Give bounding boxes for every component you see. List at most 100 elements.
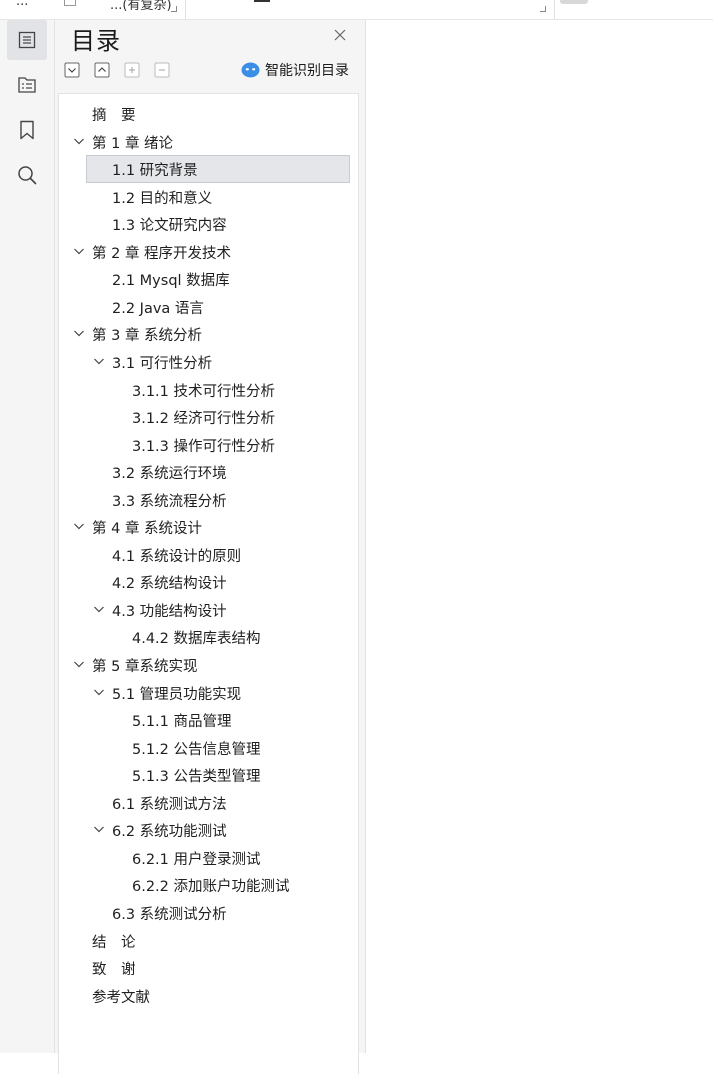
- smart-recognize-label: 智能识别目录: [265, 63, 349, 79]
- toc-item-label: 1.3 论文研究内容: [112, 218, 227, 235]
- toc-item[interactable]: 第 5 章系统实现: [59, 651, 358, 678]
- toc-panel: 目录 智能识别目录 摘 要 第 1 章 绪论 1.1 研究背景 1.2 目的和意…: [55, 20, 366, 1074]
- remove-entry-button[interactable]: [154, 62, 170, 78]
- toc-item-label: 1.1 研究背景: [112, 163, 198, 180]
- toc-item[interactable]: 1.3 论文研究内容: [59, 210, 358, 237]
- toc-item-label: 3.1.1 技术可行性分析: [132, 383, 276, 400]
- toc-item-label: 3.2 系统运行环境: [112, 466, 227, 483]
- outline-icon: [18, 77, 36, 93]
- toc-item-label: 第 4 章 系统设计: [92, 521, 203, 538]
- toc-item-label: 2.1 Mysql 数据库: [112, 273, 230, 290]
- toc-item-label: 6.1 系统测试方法: [112, 796, 227, 813]
- toc-item-label: 3.3 系统流程分析: [112, 493, 227, 510]
- chevron-down-icon[interactable]: [93, 603, 105, 615]
- toc-item[interactable]: 6.2.1 用户登录测试: [59, 844, 358, 871]
- toc-item-label: 4.2 系统结构设计: [112, 576, 227, 593]
- smart-recognize-button[interactable]: 智能识别目录: [241, 60, 349, 80]
- chevron-down-icon[interactable]: [73, 245, 85, 257]
- collapse-all-button[interactable]: [64, 62, 80, 78]
- chevron-down-icon[interactable]: [73, 327, 85, 339]
- chevron-down-icon[interactable]: [93, 686, 105, 698]
- panel-title: 目录: [71, 27, 121, 55]
- toc-item-label: 5.1 管理员功能实现: [112, 686, 242, 703]
- toc-item[interactable]: 5.1.3 公告类型管理: [59, 761, 358, 788]
- toc-item[interactable]: 4.4.2 数据库表结构: [59, 623, 358, 650]
- document-area: [366, 20, 713, 1053]
- toc-item[interactable]: 第 4 章 系统设计: [59, 513, 358, 540]
- toc-item[interactable]: 5.1.2 公告信息管理: [59, 734, 358, 761]
- toolbar-checkbox[interactable]: [64, 0, 76, 6]
- toolbar-button[interactable]: [560, 0, 588, 4]
- toc-item[interactable]: 3.1.2 经济可行性分析: [59, 403, 358, 430]
- expand-all-button[interactable]: [94, 62, 110, 78]
- toc-item-label: 1.2 目的和意义: [112, 190, 213, 207]
- toc-item[interactable]: 摘 要: [59, 100, 358, 127]
- toc-item[interactable]: 第 1 章 绪论: [59, 128, 358, 155]
- chevron-down-icon[interactable]: [93, 823, 105, 835]
- toc-item-label: 6.2 系统功能测试: [112, 824, 227, 841]
- search-tab-button[interactable]: [7, 155, 47, 195]
- add-entry-button[interactable]: [124, 62, 140, 78]
- toc-item-label: 3.1.3 操作可行性分析: [132, 438, 276, 455]
- search-icon: [18, 166, 37, 185]
- toolbar-glyph: [254, 0, 270, 2]
- toc-item[interactable]: 4.1 系统设计的原则: [59, 541, 358, 568]
- toc-item[interactable]: 5.1 管理员功能实现: [59, 679, 358, 706]
- toc-item-label: 6.2.1 用户登录测试: [132, 851, 261, 868]
- resize-corner-icon: [540, 6, 546, 12]
- toc-item[interactable]: 3.3 系统流程分析: [59, 486, 358, 513]
- toc-item-selected[interactable]: 1.1 研究背景: [59, 155, 358, 184]
- toc-tree: 摘 要第 1 章 绪论 1.1 研究背景 1.2 目的和意义 1.3 论文研究内容第 …: [58, 93, 359, 1074]
- toc-item[interactable]: 2.1 Mysql 数据库: [59, 265, 358, 292]
- toc-item[interactable]: 2.2 Java 语言: [59, 293, 358, 320]
- toc-item[interactable]: 3.1 可行性分析: [59, 348, 358, 375]
- toc-item-label: 5.1.1 商品管理: [132, 714, 232, 731]
- toc-item[interactable]: 第 2 章 程序开发技术: [59, 238, 358, 265]
- toc-item[interactable]: 结 论: [59, 927, 358, 954]
- toc-item-label: 4.1 系统设计的原则: [112, 548, 242, 565]
- toc-item[interactable]: 第 3 章 系统分析: [59, 320, 358, 347]
- add-icon: [124, 62, 140, 78]
- toc-item[interactable]: 4.3 功能结构设计: [59, 596, 358, 623]
- toc-item-label: 3.1 可行性分析: [112, 355, 213, 372]
- toc-item[interactable]: 6.2.2 添加账户功能测试: [59, 871, 358, 898]
- toolbar-divider: [554, 0, 555, 19]
- chevron-down-icon[interactable]: [73, 135, 85, 147]
- toc-item-label: 2.2 Java 语言: [112, 300, 204, 317]
- toc-item[interactable]: 4.2 系统结构设计: [59, 568, 358, 595]
- toolbar-fragment-left: ...: [16, 0, 29, 9]
- toc-item-label: 3.1.2 经济可行性分析: [132, 411, 276, 428]
- expand-all-icon: [94, 62, 110, 78]
- chevron-down-icon[interactable]: [93, 355, 105, 367]
- toc-item-label: 致 谢: [92, 962, 136, 979]
- toc-item-label: 第 1 章 绪论: [92, 135, 174, 152]
- chevron-down-icon[interactable]: [73, 520, 85, 532]
- ai-assistant-icon: [241, 62, 260, 78]
- toc-item[interactable]: 3.1.1 技术可行性分析: [59, 376, 358, 403]
- toc-item-label: 6.2.2 添加账户功能测试: [132, 879, 290, 896]
- close-panel-button[interactable]: [331, 26, 349, 44]
- chevron-down-icon[interactable]: [73, 658, 85, 670]
- remove-icon: [154, 62, 170, 78]
- toc-item-label: 5.1.2 公告信息管理: [132, 741, 261, 758]
- toc-item[interactable]: 6.3 系统测试分析: [59, 899, 358, 926]
- toc-item[interactable]: 1.2 目的和意义: [59, 183, 358, 210]
- toc-item[interactable]: 6.2 系统功能测试: [59, 816, 358, 843]
- toc-item[interactable]: 3.1.3 操作可行性分析: [59, 431, 358, 458]
- bookmark-tab-button[interactable]: [7, 110, 47, 150]
- toc-item-label: 摘 要: [92, 108, 136, 124]
- toc-item[interactable]: 致 谢: [59, 954, 358, 981]
- toc-item[interactable]: 3.2 系统运行环境: [59, 458, 358, 485]
- collapse-all-icon: [64, 62, 80, 78]
- toc-tab-button[interactable]: [7, 20, 47, 60]
- outline-tab-button[interactable]: [7, 65, 47, 105]
- toolbar-fragment-mid: ...(有复杂): [110, 0, 172, 13]
- toc-icon: [18, 31, 36, 49]
- toc-item[interactable]: 5.1.1 商品管理: [59, 706, 358, 733]
- top-toolbar: ... ...(有复杂): [0, 0, 713, 20]
- toc-item[interactable]: 6.1 系统测试方法: [59, 789, 358, 816]
- toc-item[interactable]: 参考文献: [59, 982, 358, 1009]
- toc-item-label: 结 论: [92, 934, 136, 951]
- bookmark-icon: [20, 120, 34, 140]
- resize-corner-icon: [171, 6, 177, 12]
